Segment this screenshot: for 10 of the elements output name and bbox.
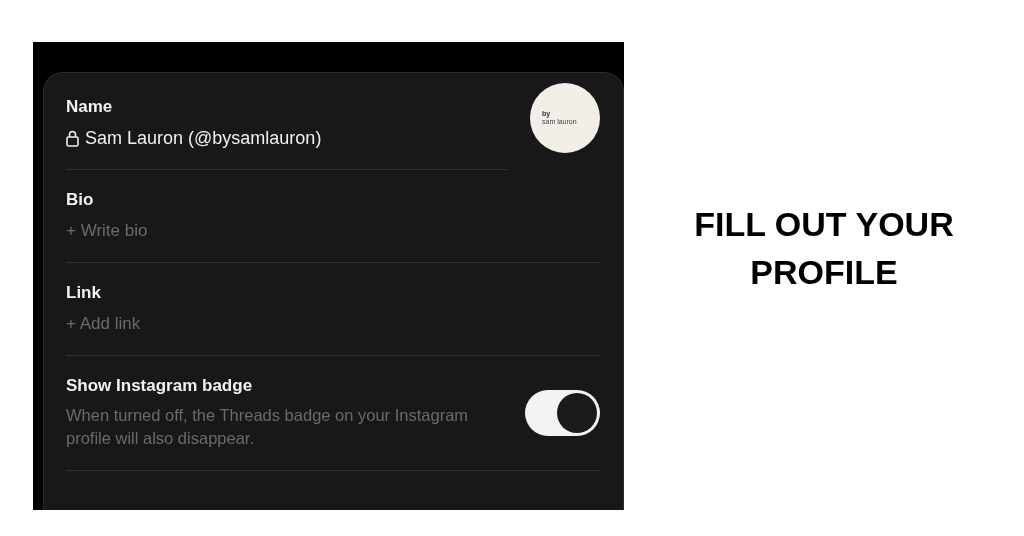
field-label: Bio [66, 189, 95, 211]
setting-description: When turned off, the Threads badge on your Instagram profile will also disappear. [66, 405, 470, 449]
input-field[interactable]: + Write bio [66, 220, 600, 242]
input-field[interactable]: + Add link [66, 313, 600, 335]
field-label: Name [66, 96, 114, 118]
setting-label: Show Instagram badge [66, 375, 254, 397]
field-label: Link [66, 282, 102, 304]
toggle-switch[interactable] [525, 389, 600, 436]
caption: FILL OUT YOUR PROFILE [693, 204, 955, 293]
name-value: Sam Lauron (@bysamlauron) [85, 127, 322, 149]
